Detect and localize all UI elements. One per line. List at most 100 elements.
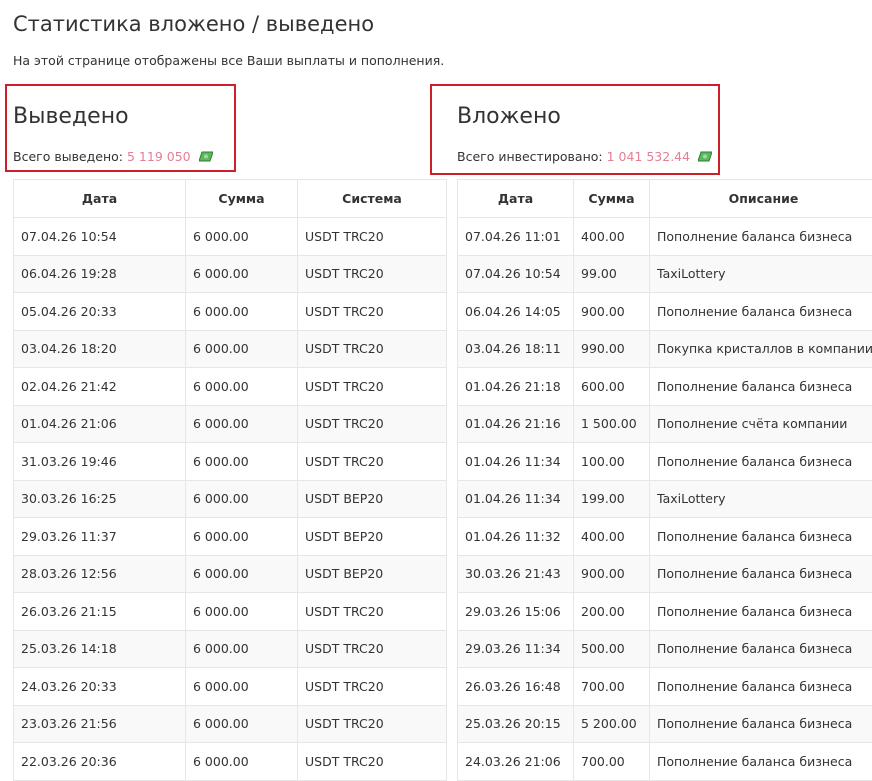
cell-amount: 990.00 [573,329,650,368]
withdrawn-table-body: 07.04.26 10:54 6 000.00 USDT TRC20 06.04.26… [13,217,447,781]
table-row: 07.04.26 11:01 400.00 Пополнение баланса б… [457,217,872,256]
table-row: 29.03.26 15:06 200.00 Пополнение баланса б… [457,592,872,631]
cell-date: 30.03.26 16:25 [13,479,186,518]
table-row: 28.03.26 12:56 6 000.00 USDT BEP20 [13,554,447,593]
cell-date: 29.03.26 11:34 [457,629,574,668]
cell-date: 07.04.26 11:01 [457,217,574,256]
table-row: 03.04.26 18:11 990.00 Покупка кристаллов в… [457,329,872,368]
cell-amount: 6 000.00 [185,254,298,293]
cell-amount: 6 000.00 [185,217,298,256]
column-header-date[interactable]: Дата [457,179,574,218]
cell-date: 31.03.26 19:46 [13,442,186,481]
cell-amount: 6 000.00 [185,667,298,706]
money-icon [198,151,213,162]
table-row: 25.03.26 20:15 5 200.00 Пополнение баланса… [457,704,872,743]
table-row: 07.04.26 10:54 6 000.00 USDT TRC20 [13,217,447,256]
cell-date: 25.03.26 14:18 [13,629,186,668]
cell-date: 29.03.26 15:06 [457,592,574,631]
table-row: 03.04.26 18:20 6 000.00 USDT TRC20 [13,329,447,368]
column-header-description[interactable]: Описание [649,179,872,218]
cell-system: USDT BEP20 [297,554,447,593]
cell-date: 28.03.26 12:56 [13,554,186,593]
cell-amount: 6 000.00 [185,479,298,518]
column-header-date[interactable]: Дата [13,179,186,218]
table-row: 01.04.26 21:16 1 500.00 Пополнение счёта к… [457,404,872,443]
cell-amount: 6 000.00 [185,367,298,406]
table-row: 06.04.26 19:28 6 000.00 USDT TRC20 [13,254,447,293]
invested-total: Всего инвестировано: 1 041 532.44 [457,149,713,164]
withdrawn-total-label: Всего выведено: [13,149,123,164]
invested-table-body: 07.04.26 11:01 400.00 Пополнение баланса б… [457,217,872,781]
cell-amount: 6 000.00 [185,629,298,668]
cell-system: USDT BEP20 [297,479,447,518]
table-header-row: Дата Сумма Описание [457,179,872,218]
cell-amount: 400.00 [573,517,650,556]
cell-description: Пополнение баланса бизнеса [649,667,872,706]
table-row: 29.03.26 11:37 6 000.00 USDT BEP20 [13,517,447,556]
withdrawn-total-value: 5 119 050 [126,149,191,164]
table-row: 31.03.26 19:46 6 000.00 USDT TRC20 [13,442,447,481]
cell-amount: 6 000.00 [185,742,298,781]
cell-amount: 100.00 [573,442,650,481]
cell-system: USDT TRC20 [297,404,447,443]
cell-description: Пополнение баланса бизнеса [649,292,872,331]
cell-amount: 6 000.00 [185,592,298,631]
table-row: 23.03.26 21:56 6 000.00 USDT TRC20 [13,704,447,743]
invested-table: Дата Сумма Описание 07.04.26 11:01 400.00… [457,179,872,781]
cell-date: 23.03.26 21:56 [13,704,186,743]
cell-amount: 1 500.00 [573,404,650,443]
withdrawn-total: Всего выведено: 5 119 050 [13,149,213,164]
cell-date: 03.04.26 18:20 [13,329,186,368]
cell-description: Покупка кристаллов в компании [649,329,872,368]
cell-amount: 199.00 [573,479,650,518]
cell-description: Пополнение баланса бизнеса [649,217,872,256]
column-header-amount[interactable]: Сумма [573,179,650,218]
cell-amount: 6 000.00 [185,329,298,368]
withdrawn-table: Дата Сумма Система 07.04.26 10:54 6 000.0… [13,179,447,781]
cell-date: 07.04.26 10:54 [457,254,574,293]
cell-date: 03.04.26 18:11 [457,329,574,368]
cell-date: 01.04.26 21:16 [457,404,574,443]
table-row: 24.03.26 20:33 6 000.00 USDT TRC20 [13,667,447,706]
cell-amount: 6 000.00 [185,404,298,443]
table-row: 29.03.26 11:34 500.00 Пополнение баланса б… [457,629,872,668]
page-description: На этой странице отображены все Ваши вып… [13,53,445,68]
table-row: 01.04.26 21:06 6 000.00 USDT TRC20 [13,404,447,443]
cell-system: USDT TRC20 [297,742,447,781]
cell-system: USDT BEP20 [297,517,447,556]
table-row: 30.03.26 16:25 6 000.00 USDT BEP20 [13,479,447,518]
cell-date: 06.04.26 14:05 [457,292,574,331]
cell-date: 30.03.26 21:43 [457,554,574,593]
cell-amount: 500.00 [573,629,650,668]
cell-amount: 5 200.00 [573,704,650,743]
cell-amount: 600.00 [573,367,650,406]
cell-amount: 6 000.00 [185,442,298,481]
cell-date: 24.03.26 20:33 [13,667,186,706]
money-icon [698,151,713,162]
table-row: 05.04.26 20:33 6 000.00 USDT TRC20 [13,292,447,331]
column-header-system[interactable]: Система [297,179,447,218]
cell-system: USDT TRC20 [297,667,447,706]
invested-total-label: Всего инвестировано: [457,149,603,164]
cell-description: TaxiLottery [649,254,872,293]
cell-date: 25.03.26 20:15 [457,704,574,743]
cell-amount: 900.00 [573,554,650,593]
column-header-amount[interactable]: Сумма [185,179,298,218]
cell-amount: 99.00 [573,254,650,293]
cell-system: USDT TRC20 [297,442,447,481]
cell-date: 05.04.26 20:33 [13,292,186,331]
cell-date: 26.03.26 16:48 [457,667,574,706]
statistics-page: Статистика вложено / выведено На этой ст… [0,0,872,781]
table-row: 07.04.26 10:54 99.00 TaxiLottery [457,254,872,293]
cell-date: 02.04.26 21:42 [13,367,186,406]
cell-system: USDT TRC20 [297,704,447,743]
cell-system: USDT TRC20 [297,367,447,406]
cell-amount: 900.00 [573,292,650,331]
cell-date: 29.03.26 11:37 [13,517,186,556]
cell-date: 22.03.26 20:36 [13,742,186,781]
cell-description: Пополнение баланса бизнеса [649,592,872,631]
cell-description: Пополнение баланса бизнеса [649,554,872,593]
cell-amount: 6 000.00 [185,517,298,556]
cell-amount: 400.00 [573,217,650,256]
cell-date: 01.04.26 11:32 [457,517,574,556]
